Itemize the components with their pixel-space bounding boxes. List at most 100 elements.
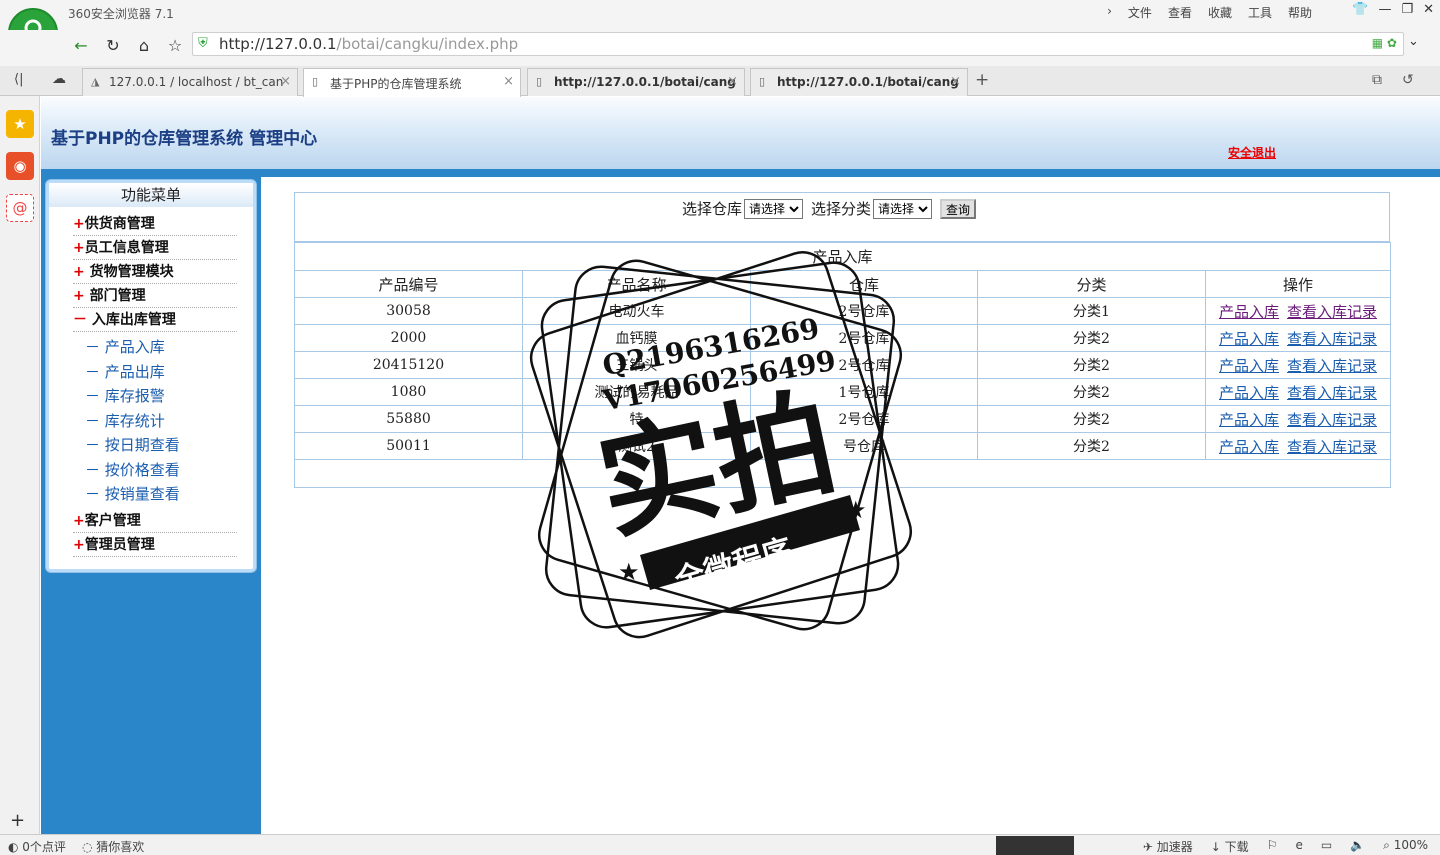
view-in-log-link[interactable]: 查看入库记录 [1287, 411, 1377, 429]
cell-product-name: 测试的易耗品 [522, 378, 751, 406]
comments-link[interactable]: ◐ 0个点评 [8, 838, 66, 855]
table-row: 1080 测试的易耗品 1号仓库 分类2 产品入库 查看入库记录 [294, 378, 1391, 406]
warehouse-label: 选择仓库 [682, 200, 743, 218]
tab-phpmyadmin[interactable]: ◮ 127.0.0.1 / localhost / bt_can × [82, 68, 298, 96]
zoom-control[interactable]: ⌕ 100% [1383, 838, 1428, 855]
table-footer [294, 459, 1391, 488]
col-header: 产品编号 [294, 270, 523, 298]
maximize-icon[interactable]: ❐ [1401, 2, 1413, 17]
submenu-by-date[interactable]: － 按日期查看 [85, 435, 180, 455]
menu-title: 功能菜单 [49, 183, 253, 207]
menu-view[interactable]: 查看 [1168, 4, 1192, 21]
expand-icon: + [73, 537, 85, 553]
close-icon[interactable]: × [280, 74, 291, 89]
view-in-log-link[interactable]: 查看入库记录 [1287, 303, 1377, 321]
submenu-label: 库存报警 [104, 387, 165, 405]
url-text: http://127.0.0.1/botai/cangku/index.php [219, 35, 519, 53]
chevron-down-icon[interactable]: ⌄ [1408, 34, 1419, 49]
product-in-link[interactable]: 产品入库 [1219, 303, 1279, 321]
cell-actions: 产品入库 查看入库记录 [1205, 297, 1391, 325]
warehouse-select[interactable]: 请选择 [744, 198, 804, 219]
expand-icon: + [73, 264, 90, 280]
favorite-star-icon[interactable]: ★ [6, 110, 34, 138]
cell-product-id: 55880 [294, 405, 523, 433]
menu-item-admin[interactable]: +管理员管理 [73, 533, 237, 557]
product-in-link[interactable]: 产品入库 [1219, 411, 1279, 429]
star-icon[interactable]: ☆ [164, 35, 186, 57]
product-in-link[interactable]: 产品入库 [1219, 330, 1279, 348]
cell-warehouse: 2号仓库 [750, 324, 978, 352]
undo-close-icon[interactable]: ↺ [1402, 72, 1414, 88]
qrcode-icon[interactable]: ▦ ✿ [1372, 36, 1397, 50]
product-in-link[interactable]: 产品入库 [1219, 384, 1279, 402]
category-label: 选择分类 [811, 200, 872, 218]
flag-icon[interactable]: ⚐ [1267, 838, 1278, 855]
ie-icon[interactable]: e [1295, 838, 1302, 855]
submenu-product-in[interactable]: － 产品入库 [85, 337, 165, 357]
back-icon[interactable]: ← [70, 35, 92, 57]
product-in-link[interactable]: 产品入库 [1219, 357, 1279, 375]
tab-list-icon[interactable]: ⟨| [14, 72, 23, 87]
tab-warehouse-system[interactable]: ▯ 基于PHP的仓库管理系统 × [303, 68, 521, 97]
menu-file[interactable]: 文件 [1128, 4, 1152, 21]
submenu-stock-stats[interactable]: － 库存统计 [85, 411, 165, 431]
table-row: 2000 血钙膜 2号仓库 分类2 产品入库 查看入库记录 [294, 324, 1391, 352]
menu-item-inout[interactable]: － 入库出库管理 [73, 308, 237, 332]
menu-item-department[interactable]: + 部门管理 [73, 284, 237, 308]
menu-item-employee[interactable]: +员工信息管理 [73, 236, 237, 260]
close-icon[interactable]: × [727, 74, 738, 89]
cloud-icon[interactable]: ☁ [52, 71, 66, 87]
submenu-by-price[interactable]: － 按价格查看 [85, 460, 180, 480]
category-select[interactable]: 请选择 [873, 198, 933, 219]
menu-favorites[interactable]: 收藏 [1208, 4, 1232, 21]
close-icon[interactable]: × [950, 74, 961, 89]
new-tab-icon[interactable]: + [975, 70, 989, 90]
tab-url-1[interactable]: ▯ http://127.0.0.1/botai/cang × [527, 68, 745, 96]
close-icon[interactable]: ✕ [1423, 2, 1434, 17]
accelerator-button[interactable]: ✈ 加速器 [1143, 838, 1193, 855]
ime-toolbar[interactable] [996, 836, 1074, 855]
accelerator-label: 加速器 [1156, 840, 1193, 854]
close-icon[interactable]: × [503, 74, 514, 89]
add-sidebar-icon[interactable]: + [10, 810, 25, 831]
submenu-product-out[interactable]: － 产品出库 [85, 362, 165, 382]
product-in-link[interactable]: 产品入库 [1219, 438, 1279, 456]
table-row: 55880 特 2号仓库 分类2 产品入库 查看入库记录 [294, 405, 1391, 433]
view-in-log-link[interactable]: 查看入库记录 [1287, 330, 1377, 348]
dash-icon: － [85, 363, 101, 381]
menu-item-supplier[interactable]: +供货商管理 [73, 212, 237, 236]
submenu-label: 按销量查看 [104, 485, 180, 503]
menu-item-customer[interactable]: +客户管理 [73, 509, 237, 533]
query-button[interactable]: 查询 [940, 198, 977, 219]
submenu-by-sales[interactable]: － 按销量查看 [85, 484, 180, 504]
download-button[interactable]: ↓ 下载 [1211, 838, 1249, 855]
address-bar[interactable]: ⛨ http://127.0.0.1/botai/cangku/index.ph… [192, 32, 1404, 56]
submenu-stock-alert[interactable]: － 库存报警 [85, 386, 165, 406]
cell-actions: 产品入库 查看入库记录 [1205, 405, 1391, 433]
tab-url-2[interactable]: ▯ http://127.0.0.1/botai/cang × [750, 68, 968, 96]
menu-tools[interactable]: 工具 [1248, 4, 1272, 21]
guess-link[interactable]: ◌ 猜你喜欢 [82, 838, 144, 855]
menu-item-goods[interactable]: + 货物管理模块 [73, 260, 237, 284]
cell-product-name: 测试2 [522, 432, 751, 460]
menu-chevron-icon[interactable]: › [1107, 4, 1112, 21]
menu-help[interactable]: 帮助 [1288, 4, 1312, 21]
logout-link[interactable]: 安全退出 [1228, 144, 1276, 161]
search-form: 选择仓库 请选择 选择分类 请选择 查询 [294, 192, 1390, 242]
home-icon[interactable]: ⌂ [133, 35, 155, 57]
table-row: 30058 电动火车 2号仓库 分类1 产品入库 查看入库记录 [294, 297, 1391, 325]
cell-product-id: 20415120 [294, 351, 523, 379]
weibo-icon[interactable]: ◉ [6, 152, 34, 180]
browser-window: 360安全浏览器 7.1 › 文件 查看 收藏 工具 帮助 👕 — ❐ ✕ ← … [0, 0, 1440, 855]
sound-icon[interactable]: 🔈 [1350, 838, 1365, 855]
table-row: 20415120 三锅头 2号仓库 分类2 产品入库 查看入库记录 [294, 351, 1391, 379]
view-in-log-link[interactable]: 查看入库记录 [1287, 357, 1377, 375]
minimize-icon[interactable]: — [1378, 2, 1391, 17]
shirt-icon[interactable]: 👕 [1352, 2, 1368, 17]
mail-icon[interactable]: @ [6, 194, 34, 222]
restore-tabs-icon[interactable]: ⧉ [1372, 72, 1382, 88]
refresh-icon[interactable]: ↻ [102, 35, 124, 57]
view-in-log-link[interactable]: 查看入库记录 [1287, 438, 1377, 456]
window-icon[interactable]: ▭ [1321, 838, 1332, 855]
view-in-log-link[interactable]: 查看入库记录 [1287, 384, 1377, 402]
